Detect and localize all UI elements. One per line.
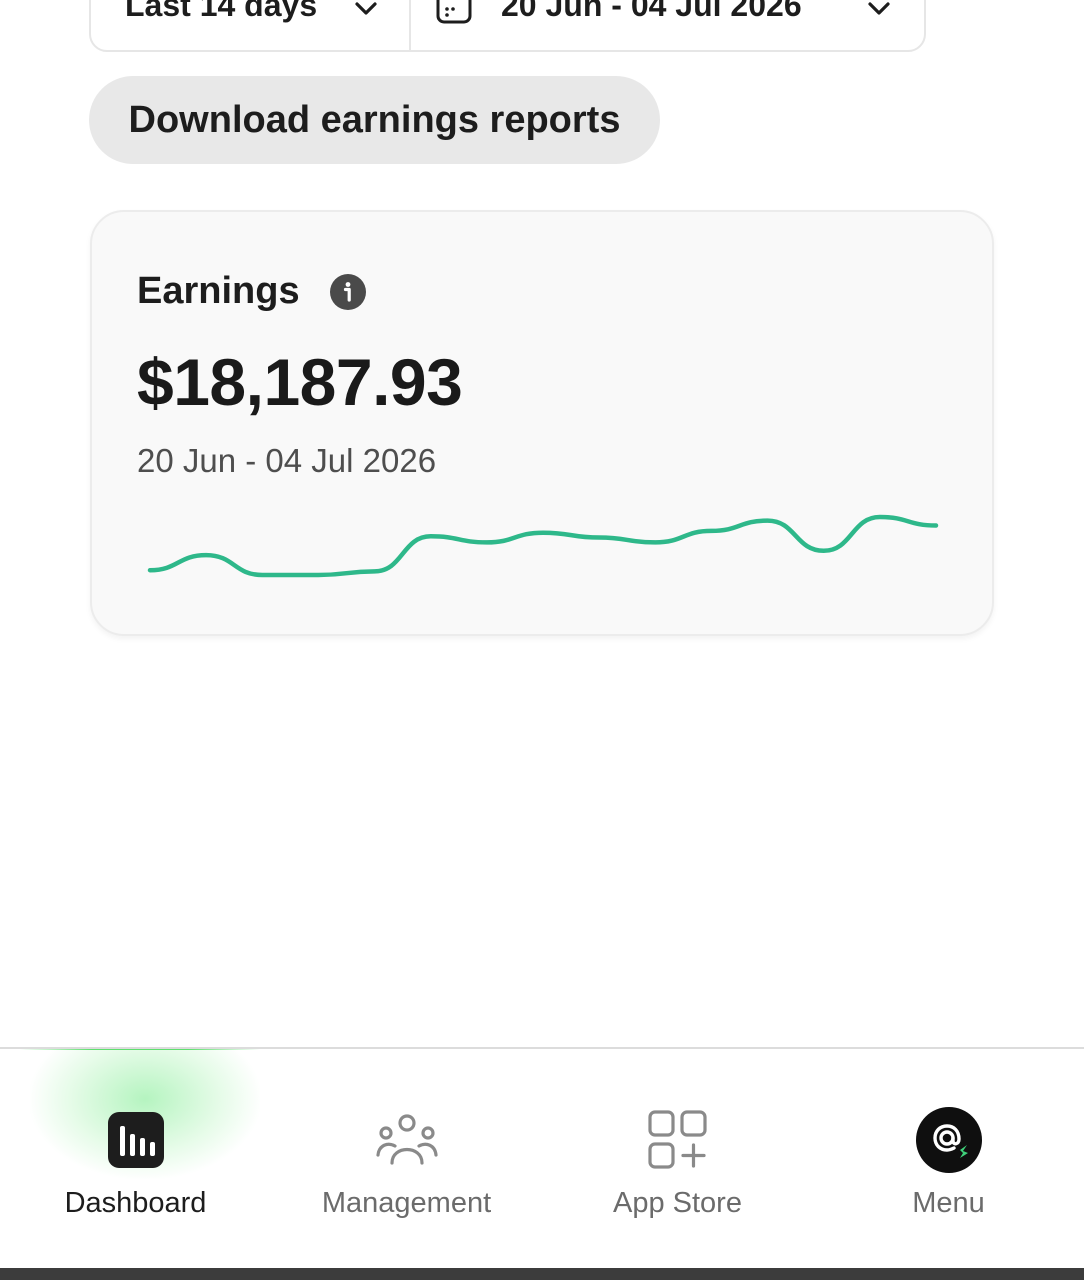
- earnings-card[interactable]: Earnings $18,187.93 20 Jun - 04 Jul 2026: [90, 210, 994, 636]
- bar-chart-icon: [103, 1107, 169, 1173]
- users-icon: [374, 1107, 440, 1173]
- chevron-down-icon: [355, 2, 377, 16]
- system-navigation-bar: [0, 1268, 1084, 1280]
- bottom-navigation: Dashboard Management App Store Menu: [0, 1047, 1084, 1268]
- range-dropdown[interactable]: Last 14 days: [91, 0, 411, 50]
- nav-label-dashboard: Dashboard: [64, 1187, 207, 1219]
- sparkline-series-line: [147, 514, 939, 578]
- nav-item-management[interactable]: Management: [271, 1049, 542, 1268]
- nav-label-menu: Menu: [912, 1187, 985, 1219]
- app-grid-plus-icon: [645, 1107, 711, 1173]
- date-range-label: 20 Jun - 04 Jul 2026: [501, 0, 802, 23]
- range-dropdown-label: Last 14 days: [125, 0, 318, 23]
- nav-item-app-store[interactable]: App Store: [542, 1049, 813, 1268]
- nav-label-management: Management: [321, 1187, 492, 1219]
- screen: Last 14 days 20 Jun - 04 Jul 2026 Downlo…: [0, 0, 1084, 1280]
- at-sign-icon: [915, 1107, 982, 1173]
- chevron-down-icon: [868, 2, 890, 16]
- download-earnings-reports-button[interactable]: Download earnings reports: [89, 76, 660, 164]
- nav-label-app-store: App Store: [613, 1187, 742, 1219]
- date-range-dropdown[interactable]: 20 Jun - 04 Jul 2026: [411, 0, 924, 50]
- date-filter-bar: Last 14 days 20 Jun - 04 Jul 2026: [89, 0, 926, 52]
- nav-item-menu[interactable]: Menu: [813, 1049, 1084, 1268]
- earnings-sparkline: [147, 514, 939, 578]
- nav-item-dashboard[interactable]: Dashboard: [0, 1049, 271, 1268]
- calendar-icon: [436, 0, 472, 24]
